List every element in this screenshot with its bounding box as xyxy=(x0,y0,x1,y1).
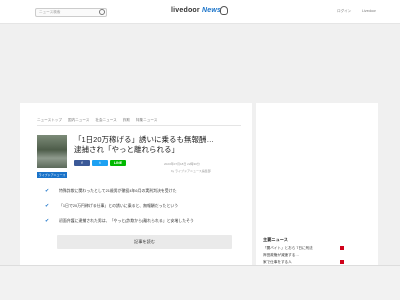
article-title[interactable]: 「1日20万稼げる」誘いに乗るも無報酬… 逮捕され「やっと離れられる」 xyxy=(74,135,250,155)
article-thumbnail[interactable] xyxy=(37,135,67,168)
line-share-button[interactable]: LINE xyxy=(110,160,126,166)
logo-news: News xyxy=(201,7,222,14)
mascot-icon xyxy=(220,6,228,15)
breadcrumb-item[interactable]: 特集ニュース xyxy=(136,118,157,123)
summary-bullet: ✔ 初面弁護に逮捕された男は、「やっと(詐欺から)離れられる」と安堵したそう xyxy=(45,218,239,224)
bullet-text: 特殊詐欺に関わったとして21歳男が懲役4年6月の実刑判決を受けた xyxy=(59,188,177,193)
site-header: ニュース検索 livedoor News ログイン Livedoor xyxy=(0,0,400,24)
check-icon: ✔ xyxy=(45,203,50,209)
summary-bullet: ✔ 「1日で20万円稼げる仕事」との誘いに乗ると、無報酬だったという xyxy=(45,203,239,209)
news-badge-icon xyxy=(340,246,344,250)
twitter-share-button[interactable]: t xyxy=(92,160,108,166)
breadcrumb-item[interactable]: 国内ニュース xyxy=(68,118,89,123)
bullet-text: 初面弁護に逮捕された男は、「やっと(詐欺から)離れられる」と安堵したそう xyxy=(59,218,194,223)
breadcrumb: ニューストップ 国内ニュース 社会ニュース 詐欺 特集ニュース xyxy=(37,118,157,123)
sidebar-news-item[interactable]: 岸田政権が減速する… xyxy=(263,252,348,258)
breadcrumb-item[interactable]: 詐欺 xyxy=(123,118,130,123)
breadcrumb-item[interactable]: ニューストップ xyxy=(37,118,62,123)
breadcrumb-item[interactable]: 社会ニュース xyxy=(95,118,116,123)
news-badge-icon xyxy=(340,260,344,264)
read-article-button[interactable]: 記事を読む xyxy=(57,235,232,249)
register-link[interactable]: Livedoor xyxy=(362,9,376,13)
divider xyxy=(37,125,241,126)
article-card: ニューストップ 国内ニュース 社会ニュース 詐欺 特集ニュース ライブドアニュー… xyxy=(20,103,252,268)
check-icon: ✔ xyxy=(45,188,50,194)
site-logo[interactable]: livedoor News xyxy=(171,7,221,14)
ad-banner-top xyxy=(0,25,400,103)
login-link[interactable]: ログイン xyxy=(337,9,351,14)
article-date: 2023年07月18日 22時30分 xyxy=(164,162,200,166)
share-buttons: f t LINE xyxy=(74,160,126,166)
article-source: by ライブドアニュース編集部 xyxy=(171,169,211,173)
sidebar: 主要ニュース 「闇バイト」とおら 7日に刑法 岸田政権が減速する… 家で仕事をす… xyxy=(256,103,378,268)
title-line-2: 逮捕され「やっと離れられる」 xyxy=(74,145,179,154)
facebook-share-button[interactable]: f xyxy=(74,160,90,166)
summary-bullet: ✔ 特殊詐欺に関わったとして21歳男が懲役4年6月の実刑判決を受けた xyxy=(45,188,239,194)
logo-main: livedoor xyxy=(171,7,200,14)
ad-banner-bottom xyxy=(0,265,400,300)
bullet-text: 「1日で20万円稼げる仕事」との誘いに乗ると、無報酬だったという xyxy=(59,203,179,208)
search-icon[interactable] xyxy=(99,9,105,15)
check-icon: ✔ xyxy=(45,218,50,224)
search-input[interactable]: ニュース検索 xyxy=(35,8,107,17)
sidebar-title: 主要ニュース xyxy=(263,237,288,242)
title-line-1: 「1日20万稼げる」誘いに乗るも無報酬… xyxy=(74,135,215,144)
sidebar-news-item[interactable]: 「闇バイト」とおら 7日に刑法 xyxy=(263,245,348,251)
thumbnail-label: ライブドアニュース xyxy=(37,172,67,178)
